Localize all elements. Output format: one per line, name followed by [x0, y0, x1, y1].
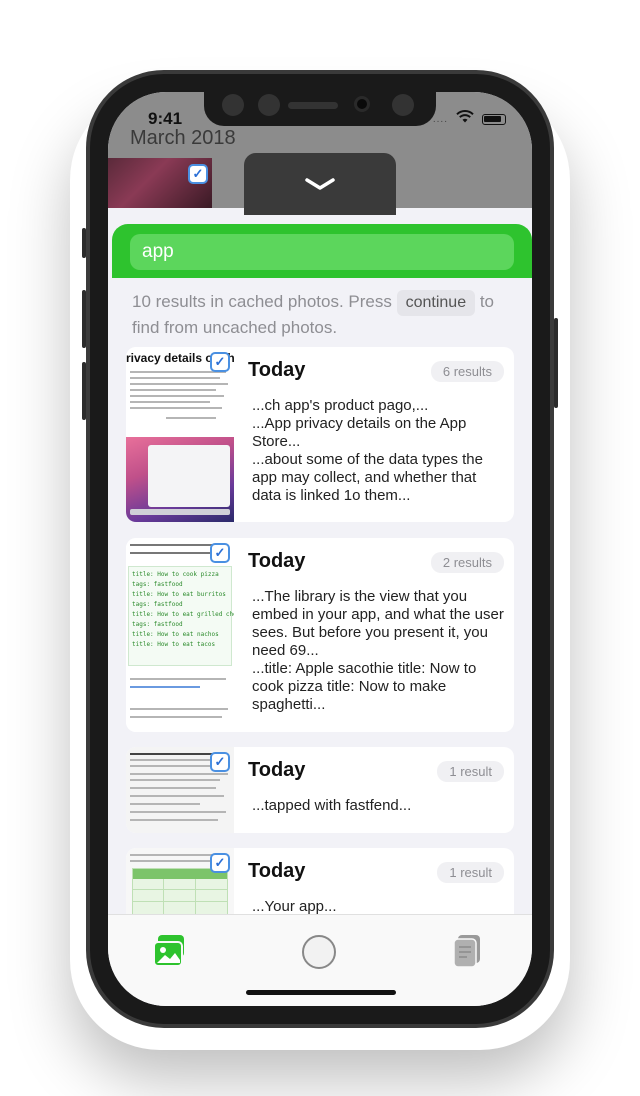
continue-button[interactable]: continue: [396, 290, 476, 316]
result-thumbnail: rivacy details on th ✓: [126, 347, 234, 522]
thumb-code-line: title: How to eat grilled cheese: [132, 611, 234, 618]
result-count-badge: 6 results: [430, 361, 504, 382]
thumb-code-line: title: How to eat burritos: [132, 591, 226, 598]
selected-check-icon: ✓: [188, 164, 208, 184]
search-bar: [112, 224, 532, 278]
mute-switch: [82, 228, 86, 258]
result-title: Today: [248, 759, 306, 781]
front-camera: [354, 96, 370, 112]
result-snippet: ...ch app's product pago,... ...App priv…: [252, 397, 483, 504]
result-thumbnail: ✓: [126, 747, 234, 833]
notch-sensor: [392, 94, 414, 116]
status-text-prefix: 10 results in cached photos. Press: [132, 292, 397, 311]
tab-photos[interactable]: [152, 933, 188, 969]
volume-down-button: [82, 362, 86, 420]
selected-check-icon: ✓: [210, 752, 230, 772]
capture-circle-icon[interactable]: [302, 935, 336, 969]
search-sheet: 10 results in cached photos. Press conti…: [108, 222, 532, 938]
chevron-down-icon: [305, 178, 335, 190]
thumb-code-line: tags: fastfood: [132, 601, 183, 608]
result-count-badge: 1 result: [437, 761, 504, 782]
photo-thumbnail[interactable]: ✓: [108, 158, 212, 208]
result-title: Today: [248, 550, 306, 572]
result-card[interactable]: rivacy details on th ✓ Today 6 results .…: [126, 347, 514, 522]
result-title: Today: [248, 860, 306, 882]
wifi-icon: [456, 110, 474, 128]
result-count-badge: 1 result: [437, 862, 504, 883]
battery-icon: [482, 113, 506, 125]
search-input[interactable]: [130, 234, 514, 270]
thumb-screenshot: [126, 437, 234, 522]
result-count-badge: 2 results: [430, 552, 504, 573]
power-button: [554, 318, 558, 408]
home-indicator[interactable]: [246, 990, 396, 995]
notch: [204, 92, 436, 126]
phone-screen: 9:41 March 2018 .... ✓ 10 results in cac…: [108, 92, 532, 1006]
thumb-code-line: title: How to eat nachos: [132, 631, 219, 638]
result-card[interactable]: title: How to cook pizza tags: fastfood …: [126, 538, 514, 732]
thumb-code-line: title: How to eat tacos: [132, 641, 216, 648]
notch-sensor: [222, 94, 244, 116]
thumb-code-line: title: How to cook pizza: [132, 571, 219, 578]
selected-check-icon: ✓: [210, 543, 230, 563]
status-time: 9:41: [148, 109, 183, 128]
thumb-code: title: How to cook pizza tags: fastfood …: [132, 570, 234, 650]
result-card[interactable]: ✓ Today 1 result ...tapped with fastfend…: [126, 747, 514, 833]
selected-check-icon: ✓: [210, 853, 230, 873]
result-title: Today: [248, 359, 306, 381]
thumb-code-line: tags: fastfood: [132, 581, 183, 588]
thumb-table: [132, 868, 228, 919]
thumb-code-line: tags: fastfood: [132, 621, 183, 628]
tab-documents[interactable]: [452, 933, 482, 969]
status-icons: ....: [433, 110, 506, 128]
result-snippet: ...tapped with fastfend...: [252, 797, 412, 814]
collapse-sheet-button[interactable]: [244, 153, 396, 215]
section-date: March 2018: [130, 127, 236, 149]
speaker-grille: [288, 102, 338, 109]
result-snippet: ...The library is the view that you embe…: [252, 588, 504, 713]
signal-icon: ....: [432, 113, 448, 125]
selected-check-icon: ✓: [210, 352, 230, 372]
notch-sensor: [258, 94, 280, 116]
volume-up-button: [82, 290, 86, 348]
documents-icon: [453, 935, 480, 968]
result-thumbnail: title: How to cook pizza tags: fastfood …: [126, 538, 234, 732]
photos-icon: [153, 935, 184, 967]
search-status-text: 10 results in cached photos. Press conti…: [132, 290, 512, 340]
